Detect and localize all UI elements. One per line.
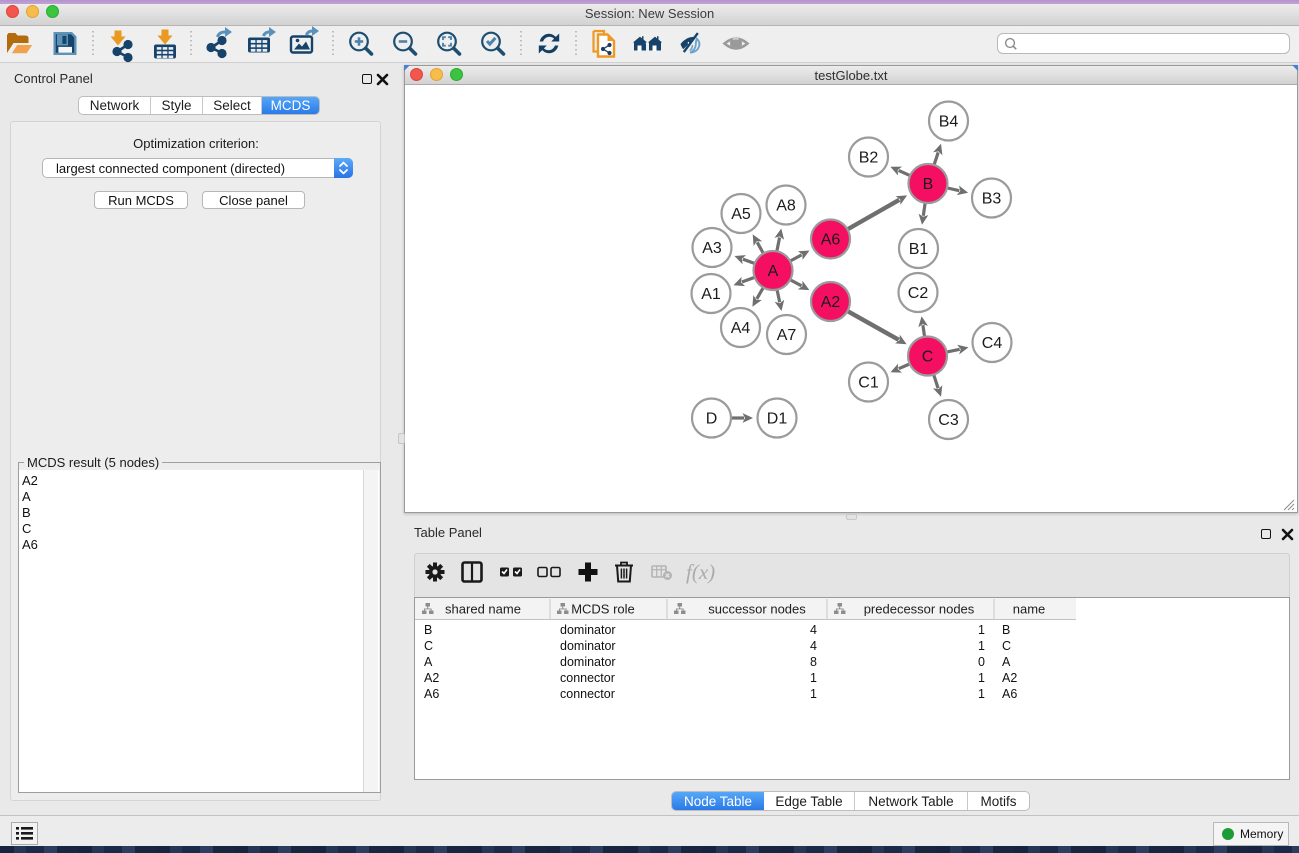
svg-text:connector: connector (560, 687, 615, 701)
svg-text:1: 1 (978, 671, 985, 685)
svg-text:connector: connector (560, 671, 615, 685)
svg-text:B: B (424, 623, 432, 637)
svg-text:4: 4 (810, 639, 817, 653)
svg-text:C: C (1002, 639, 1011, 653)
svg-text:1: 1 (978, 623, 985, 637)
svg-text:A3: A3 (702, 240, 722, 257)
svg-text:D1: D1 (767, 411, 788, 428)
svg-text:C1: C1 (858, 375, 879, 392)
svg-text:name: name (1013, 602, 1046, 617)
svg-text:A2: A2 (1002, 671, 1017, 685)
svg-text:A: A (1002, 655, 1011, 669)
svg-text:A7: A7 (777, 327, 797, 344)
svg-text:dominator: dominator (560, 623, 616, 637)
svg-text:A8: A8 (776, 198, 796, 215)
svg-text:C3: C3 (938, 412, 959, 429)
svg-text:A2: A2 (821, 294, 841, 311)
svg-text:dominator: dominator (560, 639, 616, 653)
svg-text:1: 1 (810, 671, 817, 685)
svg-text:B1: B1 (909, 241, 929, 258)
svg-text:A: A (768, 263, 779, 280)
svg-text:f(x): f(x) (686, 560, 715, 584)
svg-text:C: C (922, 349, 934, 366)
svg-text:1: 1 (978, 639, 985, 653)
svg-text:A4: A4 (731, 320, 751, 337)
svg-text:1: 1 (810, 687, 817, 701)
svg-text:8: 8 (810, 655, 817, 669)
svg-text:4: 4 (810, 623, 817, 637)
svg-text:C: C (424, 639, 433, 653)
svg-text:B: B (923, 176, 934, 193)
svg-text:predecessor nodes: predecessor nodes (864, 602, 975, 617)
svg-text:C4: C4 (982, 335, 1003, 352)
svg-text:A1: A1 (701, 286, 721, 303)
svg-text:dominator: dominator (560, 655, 616, 669)
svg-text:A: A (424, 655, 433, 669)
svg-text:MCDS role: MCDS role (571, 602, 635, 617)
svg-text:A6: A6 (821, 232, 841, 249)
svg-text:B4: B4 (939, 114, 959, 131)
svg-text:successor nodes: successor nodes (708, 602, 806, 617)
svg-text:0: 0 (978, 655, 985, 669)
svg-text:B2: B2 (859, 150, 879, 167)
svg-text:B: B (1002, 623, 1010, 637)
svg-text:A2: A2 (424, 671, 439, 685)
svg-text:A5: A5 (731, 206, 751, 223)
svg-text:shared name: shared name (445, 602, 521, 617)
svg-text:A6: A6 (1002, 687, 1017, 701)
svg-text:1: 1 (978, 687, 985, 701)
svg-text:B3: B3 (982, 191, 1002, 208)
svg-text:C2: C2 (908, 285, 929, 302)
svg-text:A6: A6 (424, 687, 439, 701)
svg-text:D: D (706, 411, 718, 428)
